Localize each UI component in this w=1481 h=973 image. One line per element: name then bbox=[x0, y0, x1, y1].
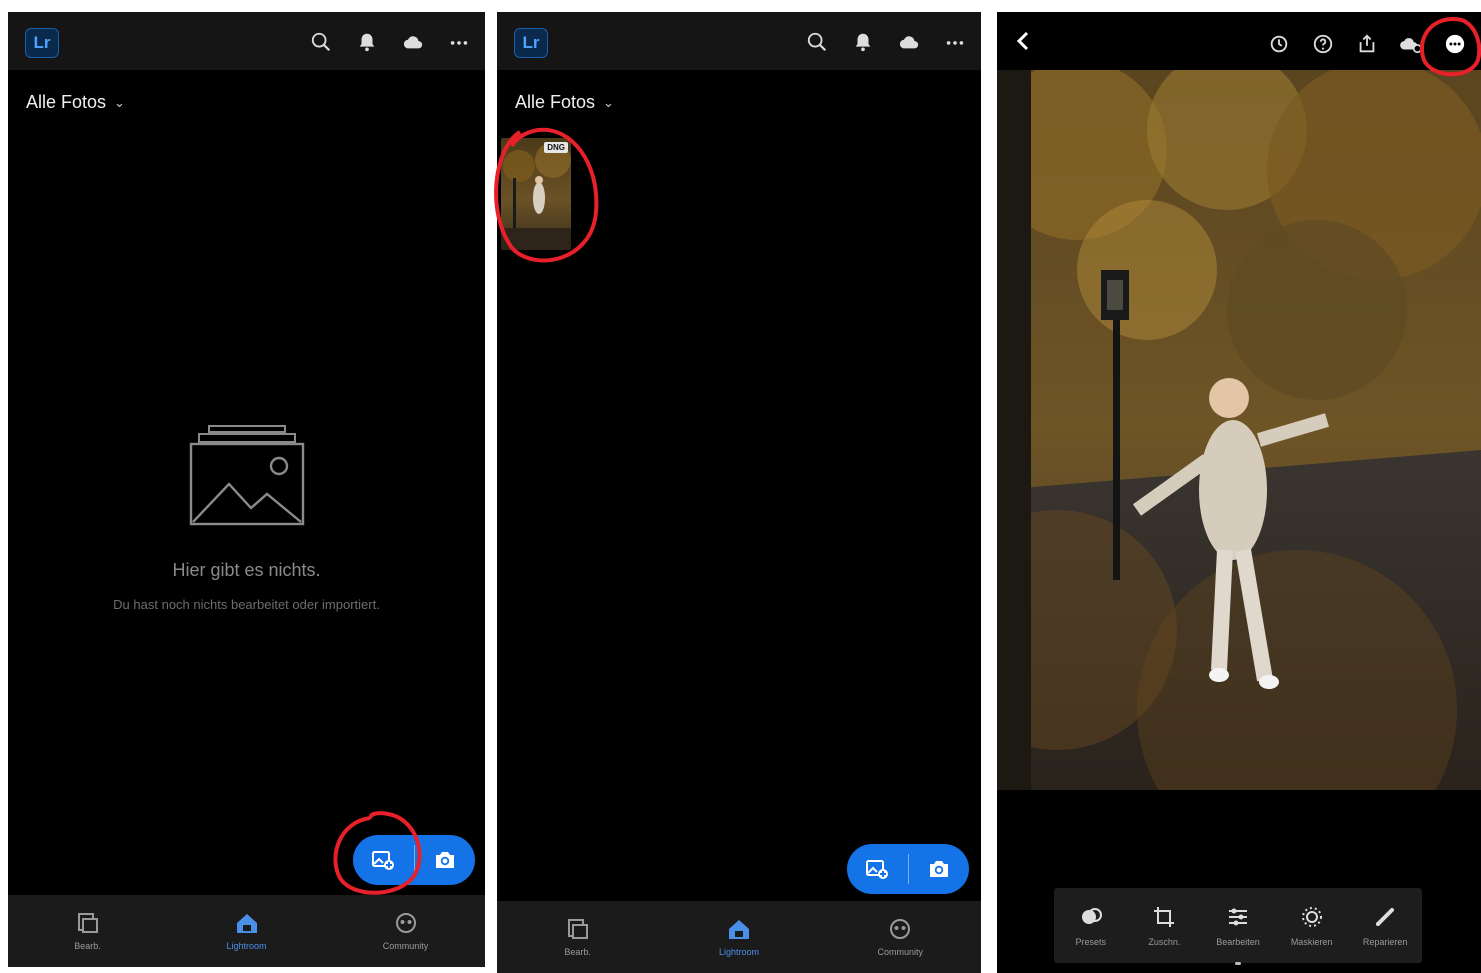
search-icon[interactable] bbox=[805, 30, 829, 54]
cloud-sync-icon[interactable] bbox=[1399, 32, 1423, 56]
empty-state: Hier gibt es nichts. Du hast noch nichts… bbox=[8, 422, 485, 612]
nav-item-library[interactable]: Bearb. bbox=[523, 917, 633, 957]
tool-masking[interactable]: Maskieren bbox=[1279, 905, 1345, 947]
bottom-navigation: Bearb. Lightroom Community bbox=[8, 895, 485, 967]
camera-icon bbox=[929, 861, 948, 877]
tool-label: Zuschn. bbox=[1148, 936, 1181, 947]
tool-edit[interactable]: Bearbeiten bbox=[1205, 905, 1271, 947]
add-photo-button[interactable] bbox=[353, 835, 414, 885]
chevron-down-icon: ⌄ bbox=[114, 94, 125, 110]
crop-icon bbox=[1154, 906, 1175, 927]
bell-icon[interactable] bbox=[851, 30, 875, 54]
cloud-icon[interactable] bbox=[897, 30, 921, 54]
lightroom-logo: Lr bbox=[25, 28, 59, 58]
tool-label: Reparieren bbox=[1362, 936, 1408, 947]
nav-item-lightroom[interactable]: Lightroom bbox=[684, 917, 794, 957]
tool-crop[interactable]: Zuschn. bbox=[1131, 905, 1197, 947]
raw-badge: DNG bbox=[544, 142, 568, 153]
tool-healing[interactable]: Reparieren bbox=[1352, 905, 1418, 947]
import-camera-fab bbox=[353, 835, 475, 885]
share-icon[interactable] bbox=[1355, 32, 1379, 56]
bell-icon[interactable] bbox=[355, 30, 379, 54]
cloud-icon[interactable] bbox=[401, 30, 425, 54]
lightroom-logo: Lr bbox=[514, 28, 548, 58]
home-indicator bbox=[1235, 962, 1241, 965]
help-icon[interactable] bbox=[1311, 32, 1335, 56]
healing-icon bbox=[1376, 907, 1395, 926]
community-icon bbox=[395, 913, 416, 933]
tool-label: Bearbeiten bbox=[1216, 936, 1260, 947]
masking-icon bbox=[1301, 906, 1322, 927]
add-photo-icon bbox=[372, 851, 395, 870]
library-icon bbox=[77, 913, 98, 933]
empty-photos-icon bbox=[189, 425, 304, 526]
library-icon bbox=[567, 919, 588, 939]
camera-button[interactable] bbox=[908, 844, 969, 894]
history-icon[interactable] bbox=[1267, 32, 1291, 56]
photo-thumbnail[interactable]: DNG bbox=[501, 138, 571, 250]
nav-item-community[interactable]: Community bbox=[351, 911, 461, 951]
chevron-left-icon bbox=[1016, 31, 1029, 51]
nav-item-lightroom[interactable]: Lightroom bbox=[192, 911, 302, 951]
photo-canvas[interactable] bbox=[997, 70, 1481, 790]
photo-thumbnail-image bbox=[501, 138, 571, 250]
app-header: Lr bbox=[497, 12, 981, 70]
add-photo-icon bbox=[866, 860, 889, 879]
empty-state-title: Hier gibt es nichts. bbox=[172, 560, 321, 580]
tool-presets[interactable]: Presets bbox=[1058, 905, 1124, 947]
back-button[interactable] bbox=[1011, 28, 1035, 54]
album-title: Alle Fotos bbox=[515, 92, 596, 112]
more-icon[interactable] bbox=[447, 30, 471, 54]
add-photo-button[interactable] bbox=[847, 844, 908, 894]
edited-photo bbox=[997, 70, 1481, 790]
camera-button[interactable] bbox=[414, 835, 475, 885]
album-selector[interactable]: Alle Fotos ⌄ bbox=[26, 92, 125, 113]
lightroom-home-icon bbox=[728, 920, 749, 939]
app-header: Lr bbox=[8, 12, 485, 70]
nav-item-community[interactable]: Community bbox=[845, 917, 955, 957]
tool-label: Maskieren bbox=[1290, 936, 1333, 947]
search-icon[interactable] bbox=[309, 30, 333, 54]
tool-label: Presets bbox=[1075, 936, 1107, 947]
screen-photo-editor: Presets Zuschn. Bearbeiten Maskieren Rep… bbox=[997, 12, 1481, 973]
album-selector[interactable]: Alle Fotos ⌄ bbox=[515, 92, 614, 113]
more-icon[interactable] bbox=[943, 30, 967, 54]
nav-label: Lightroom bbox=[718, 947, 759, 957]
more-circle-icon[interactable] bbox=[1443, 32, 1467, 56]
community-icon bbox=[890, 919, 911, 939]
screen-library-one-photo: Lr Alle Fotos ⌄ DNG Bearb. Lightroom Com… bbox=[497, 12, 981, 973]
screen-empty-library: Lr Alle Fotos ⌄ Hier gibt es nichts. Du … bbox=[8, 12, 485, 967]
empty-state-subtitle: Du hast noch nichts bearbeitet oder impo… bbox=[113, 597, 380, 612]
album-title: Alle Fotos bbox=[26, 92, 107, 112]
nav-label: Lightroom bbox=[226, 941, 267, 951]
nav-label: Bearb. bbox=[564, 947, 591, 957]
edit-tools-bar: Presets Zuschn. Bearbeiten Maskieren Rep… bbox=[1054, 888, 1422, 963]
nav-label: Community bbox=[382, 941, 429, 951]
bottom-navigation: Bearb. Lightroom Community bbox=[497, 901, 981, 973]
lightroom-home-icon bbox=[236, 914, 257, 933]
nav-item-library[interactable]: Bearb. bbox=[33, 911, 143, 951]
nav-label: Bearb. bbox=[74, 941, 101, 951]
edit-icon bbox=[1228, 908, 1247, 925]
nav-label: Community bbox=[877, 947, 924, 957]
chevron-down-icon: ⌄ bbox=[603, 94, 614, 110]
camera-icon bbox=[435, 852, 454, 868]
presets-icon bbox=[1081, 907, 1102, 924]
import-camera-fab bbox=[847, 844, 969, 894]
